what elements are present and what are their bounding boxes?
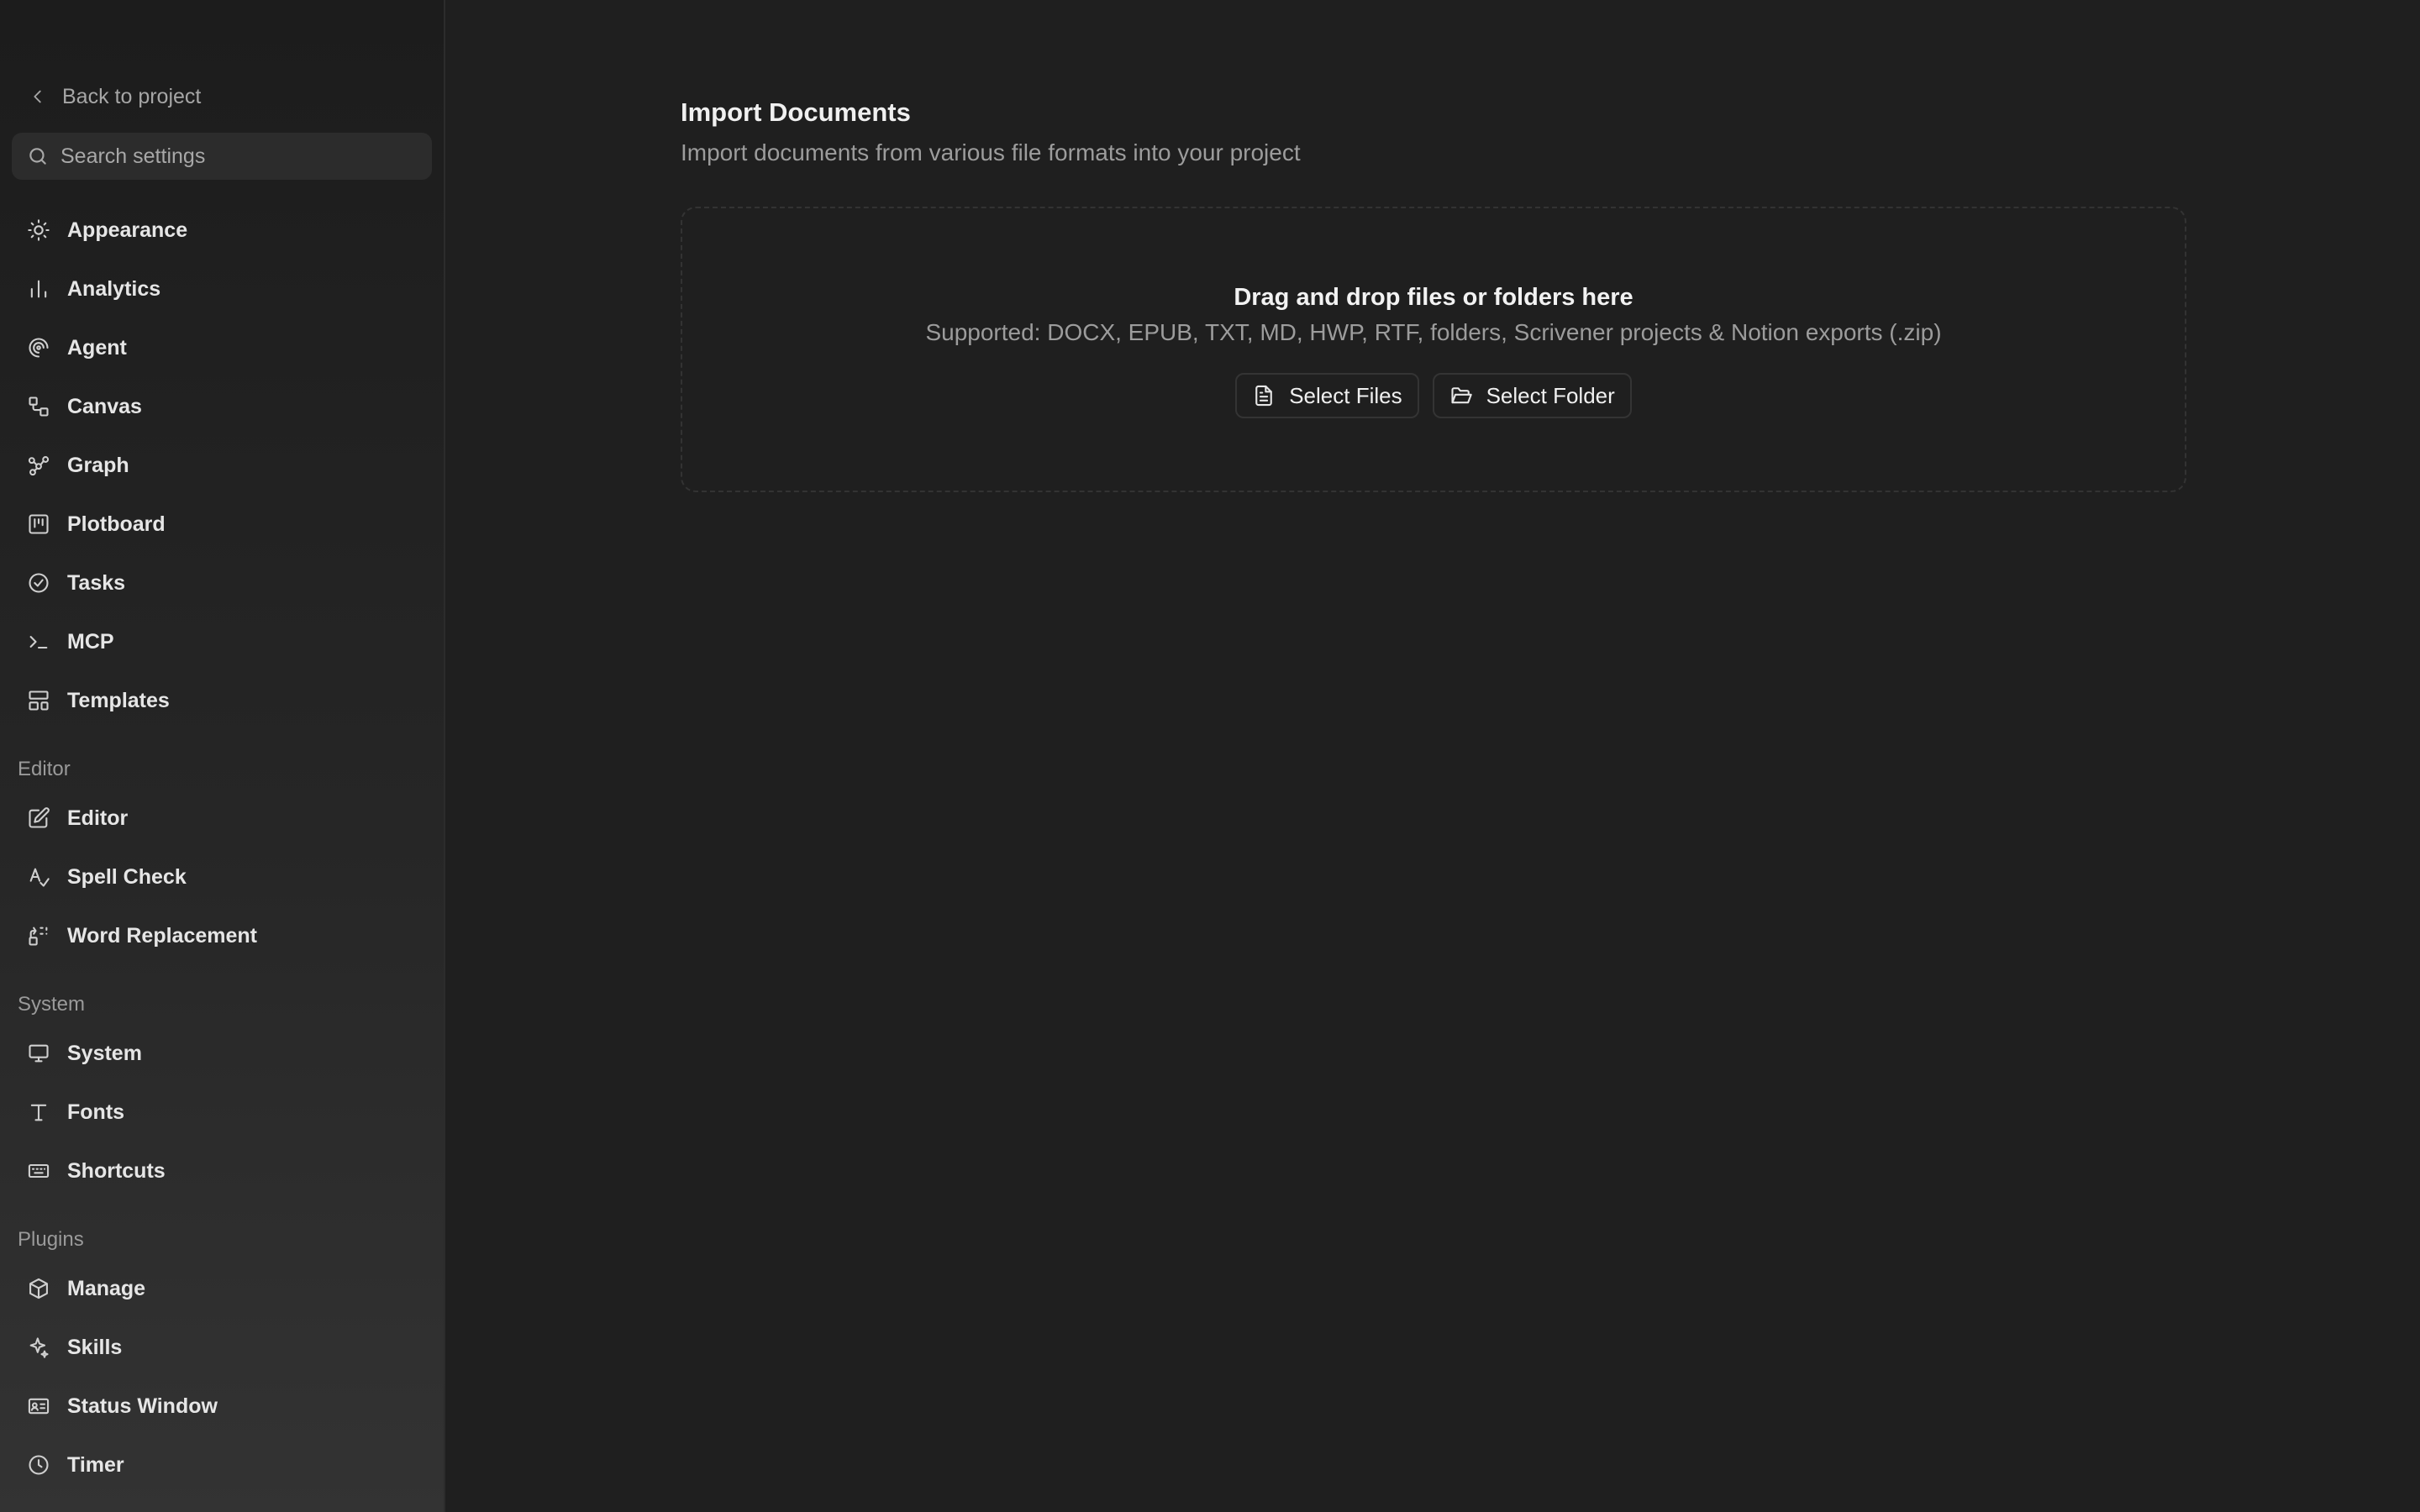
select-files-button[interactable]: Select Files: [1235, 373, 1419, 418]
sidebar-item-fonts[interactable]: Fonts: [12, 1089, 432, 1136]
sidebar-item-label: Plotboard: [67, 512, 166, 536]
dropzone-title: Drag and drop files or folders here: [1234, 284, 1634, 311]
search-icon: [29, 148, 46, 165]
select-files-label: Select Files: [1289, 382, 1402, 408]
sidebar-item-spell-check[interactable]: Spell Check: [12, 853, 432, 900]
settings-window: Back to project Appearance Analytics Age…: [0, 0, 2420, 1512]
dropzone-actions: Select Files Select Folder: [682, 373, 2185, 418]
sidebar-item-label: Appearance: [67, 218, 188, 242]
select-folder-button[interactable]: Select Folder: [1432, 373, 1632, 418]
clock-icon: [29, 1455, 49, 1475]
sidebar-item-timer[interactable]: Timer: [12, 1441, 432, 1488]
search-input[interactable]: [60, 144, 413, 169]
sidebar-item-editor[interactable]: Editor: [12, 795, 432, 842]
sidebar-item-label: Status Window: [67, 1394, 218, 1418]
section-label-editor: Editor: [18, 758, 71, 780]
settings-sidebar: Back to project Appearance Analytics Age…: [0, 0, 445, 1512]
sidebar-item-status-window[interactable]: Status Window: [12, 1383, 432, 1430]
sidebar-item-label: Skills: [67, 1335, 123, 1359]
sidebar-item-label: Editor: [67, 806, 129, 830]
settings-content: Import Documents Import documents from v…: [447, 0, 2420, 1512]
sidebar-item-templates[interactable]: Templates: [12, 677, 432, 724]
sidebar-item-word-replacement[interactable]: Word Replacement: [12, 912, 432, 959]
sidebar-item-appearance[interactable]: Appearance: [12, 207, 432, 254]
sidebar-item-tasks[interactable]: Tasks: [12, 559, 432, 606]
check-circle-icon: [29, 573, 49, 593]
sidebar-item-label: MCP: [67, 629, 114, 654]
back-link-label: Back to project: [62, 84, 202, 108]
sidebar-item-system[interactable]: System: [12, 1030, 432, 1077]
layout-template-icon: [29, 690, 49, 711]
canvas-icon: [29, 396, 49, 417]
sidebar-item-label: Templates: [67, 688, 170, 712]
keyboard-icon: [28, 1163, 50, 1179]
import-dropzone[interactable]: Drag and drop files or folders here Supp…: [681, 207, 2186, 492]
sidebar-item-manage[interactable]: Manage: [12, 1265, 432, 1312]
chevron-left-icon: [34, 90, 41, 103]
bar-chart-icon: [30, 280, 47, 298]
sun-icon: [28, 219, 50, 241]
type-icon: [30, 1104, 47, 1121]
back-to-project-link[interactable]: Back to project: [29, 82, 201, 111]
sidebar-item-mcp[interactable]: MCP: [12, 618, 432, 665]
section-label-plugins: Plugins: [18, 1228, 84, 1251]
sidebar-item-graph[interactable]: Graph: [12, 442, 432, 489]
sidebar-item-shortcuts[interactable]: Shortcuts: [12, 1147, 432, 1194]
spell-check-icon: [29, 868, 50, 887]
sidebar-item-label: Word Replacement: [67, 923, 257, 948]
sidebar-item-label: Graph: [67, 453, 129, 477]
section-label-system: System: [18, 993, 86, 1016]
sidebar-item-analytics[interactable]: Analytics: [12, 265, 432, 312]
sidebar-item-agent[interactable]: Agent: [12, 324, 432, 371]
file-text-icon: [1255, 385, 1273, 407]
spiral-icon: [29, 338, 49, 358]
sidebar-item-label: Manage: [67, 1276, 146, 1300]
kanban-icon: [29, 514, 49, 534]
sidebar-item-label: Tasks: [67, 570, 126, 595]
sidebar-item-label: Timer: [67, 1452, 124, 1477]
sidebar-item-label: Canvas: [67, 394, 142, 418]
sidebar-item-plotboard[interactable]: Plotboard: [12, 501, 432, 548]
sidebar-item-label: System: [67, 1041, 142, 1065]
package-icon: [29, 1278, 48, 1299]
graph-icon: [28, 456, 50, 476]
sidebar-item-skills[interactable]: Skills: [12, 1324, 432, 1371]
sidebar-item-label: Shortcuts: [67, 1158, 166, 1183]
pencil-square-icon: [29, 807, 50, 828]
monitor-icon: [29, 1044, 49, 1063]
page-title: Import Documents: [681, 97, 911, 127]
sidebar-item-canvas[interactable]: Canvas: [12, 383, 432, 430]
page-subtitle: Import documents from various file forma…: [681, 139, 1301, 165]
sidebar-item-label: Agent: [67, 335, 127, 360]
dropzone-supported-formats: Supported: DOCX, EPUB, TXT, MD, HWP, RTF…: [925, 319, 1942, 345]
terminal-icon: [29, 636, 48, 649]
sidebar-item-label: Analytics: [67, 276, 161, 301]
sidebar-item-label: Fonts: [67, 1100, 125, 1124]
select-folder-label: Select Folder: [1486, 382, 1615, 408]
sparkle-icon: [29, 1337, 49, 1358]
id-card-icon: [28, 1398, 50, 1415]
replace-icon: [29, 927, 48, 946]
sidebar-item-label: Spell Check: [67, 864, 187, 889]
search-settings-box[interactable]: [12, 133, 432, 180]
folder-open-icon: [1451, 387, 1472, 404]
